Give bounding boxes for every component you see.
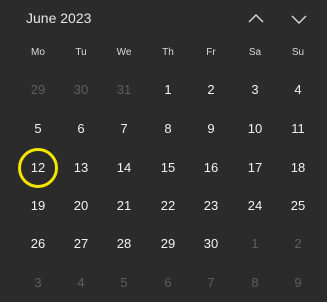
day-cell[interactable]: 16 xyxy=(191,152,231,184)
day-cell[interactable]: 13 xyxy=(61,152,101,184)
day-cell[interactable]: 15 xyxy=(148,152,188,184)
day-cell[interactable]: 22 xyxy=(148,190,188,222)
day-cell[interactable]: 2 xyxy=(191,74,231,106)
month-year-label[interactable]: June 2023 xyxy=(26,10,91,26)
day-cell[interactable]: 17 xyxy=(235,152,275,184)
weekday-label: Mo xyxy=(31,47,45,58)
day-cell[interactable]: 9 xyxy=(278,267,318,299)
day-cell[interactable]: 10 xyxy=(235,113,275,145)
day-cell[interactable]: 19 xyxy=(18,190,58,222)
calendar-header: June 2023 xyxy=(0,0,327,38)
day-cell[interactable]: 21 xyxy=(104,190,144,222)
chevron-down-icon xyxy=(291,15,307,24)
next-month-button[interactable] xyxy=(287,9,311,29)
day-cell[interactable]: 14 xyxy=(104,152,144,184)
weekday-label: Sa xyxy=(248,47,262,58)
day-grid: 29 30 31 1 2 3 4 5 6 7 8 9 10 11 12 13 14 15 16 17 18 19 20 21 2… xyxy=(0,68,327,302)
weekday-label: Th xyxy=(162,47,174,58)
day-cell[interactable]: 4 xyxy=(278,74,318,106)
day-cell[interactable]: 1 xyxy=(235,228,275,260)
day-cell[interactable]: 26 xyxy=(18,228,58,260)
day-cell[interactable]: 11 xyxy=(278,113,318,145)
day-cell[interactable]: 30 xyxy=(61,74,101,106)
day-cell[interactable]: 28 xyxy=(104,228,144,260)
day-cell[interactable]: 23 xyxy=(191,190,231,222)
day-cell[interactable]: 29 xyxy=(18,74,58,106)
day-cell[interactable]: 29 xyxy=(148,228,188,260)
previous-month-button[interactable] xyxy=(244,9,268,29)
weekday-header-row: Mo Tu We Th Fr Sa Su xyxy=(0,43,327,63)
day-cell[interactable]: 24 xyxy=(235,190,275,222)
day-cell[interactable]: 1 xyxy=(148,74,188,106)
day-cell[interactable]: 3 xyxy=(235,74,275,106)
day-cell[interactable]: 4 xyxy=(61,267,101,299)
day-cell[interactable]: 9 xyxy=(191,113,231,145)
chevron-up-icon xyxy=(248,14,264,23)
day-cell[interactable]: 3 xyxy=(18,267,58,299)
day-cell[interactable]: 8 xyxy=(148,113,188,145)
calendar-flyout: June 2023 Mo Tu We Th Fr Sa Su 29 30 31 1 2 3 4 5 6 7 8 9… xyxy=(0,0,327,302)
day-cell[interactable]: 7 xyxy=(104,113,144,145)
weekday-label: Tu xyxy=(75,47,87,58)
day-cell[interactable]: 31 xyxy=(104,74,144,106)
day-cell[interactable]: 7 xyxy=(191,267,231,299)
day-cell[interactable]: 20 xyxy=(61,190,101,222)
day-cell-today[interactable]: 12 xyxy=(18,152,58,184)
weekday-label: Su xyxy=(291,47,305,58)
day-cell[interactable]: 5 xyxy=(18,113,58,145)
weekday-label: Fr xyxy=(206,47,216,58)
day-cell[interactable]: 6 xyxy=(148,267,188,299)
day-cell[interactable]: 6 xyxy=(61,113,101,145)
day-cell[interactable]: 30 xyxy=(191,228,231,260)
day-cell[interactable]: 8 xyxy=(235,267,275,299)
day-cell[interactable]: 25 xyxy=(278,190,318,222)
day-cell[interactable]: 5 xyxy=(104,267,144,299)
day-cell[interactable]: 27 xyxy=(61,228,101,260)
weekday-label: We xyxy=(116,47,132,58)
day-cell[interactable]: 2 xyxy=(278,228,318,260)
day-cell[interactable]: 18 xyxy=(278,152,318,184)
